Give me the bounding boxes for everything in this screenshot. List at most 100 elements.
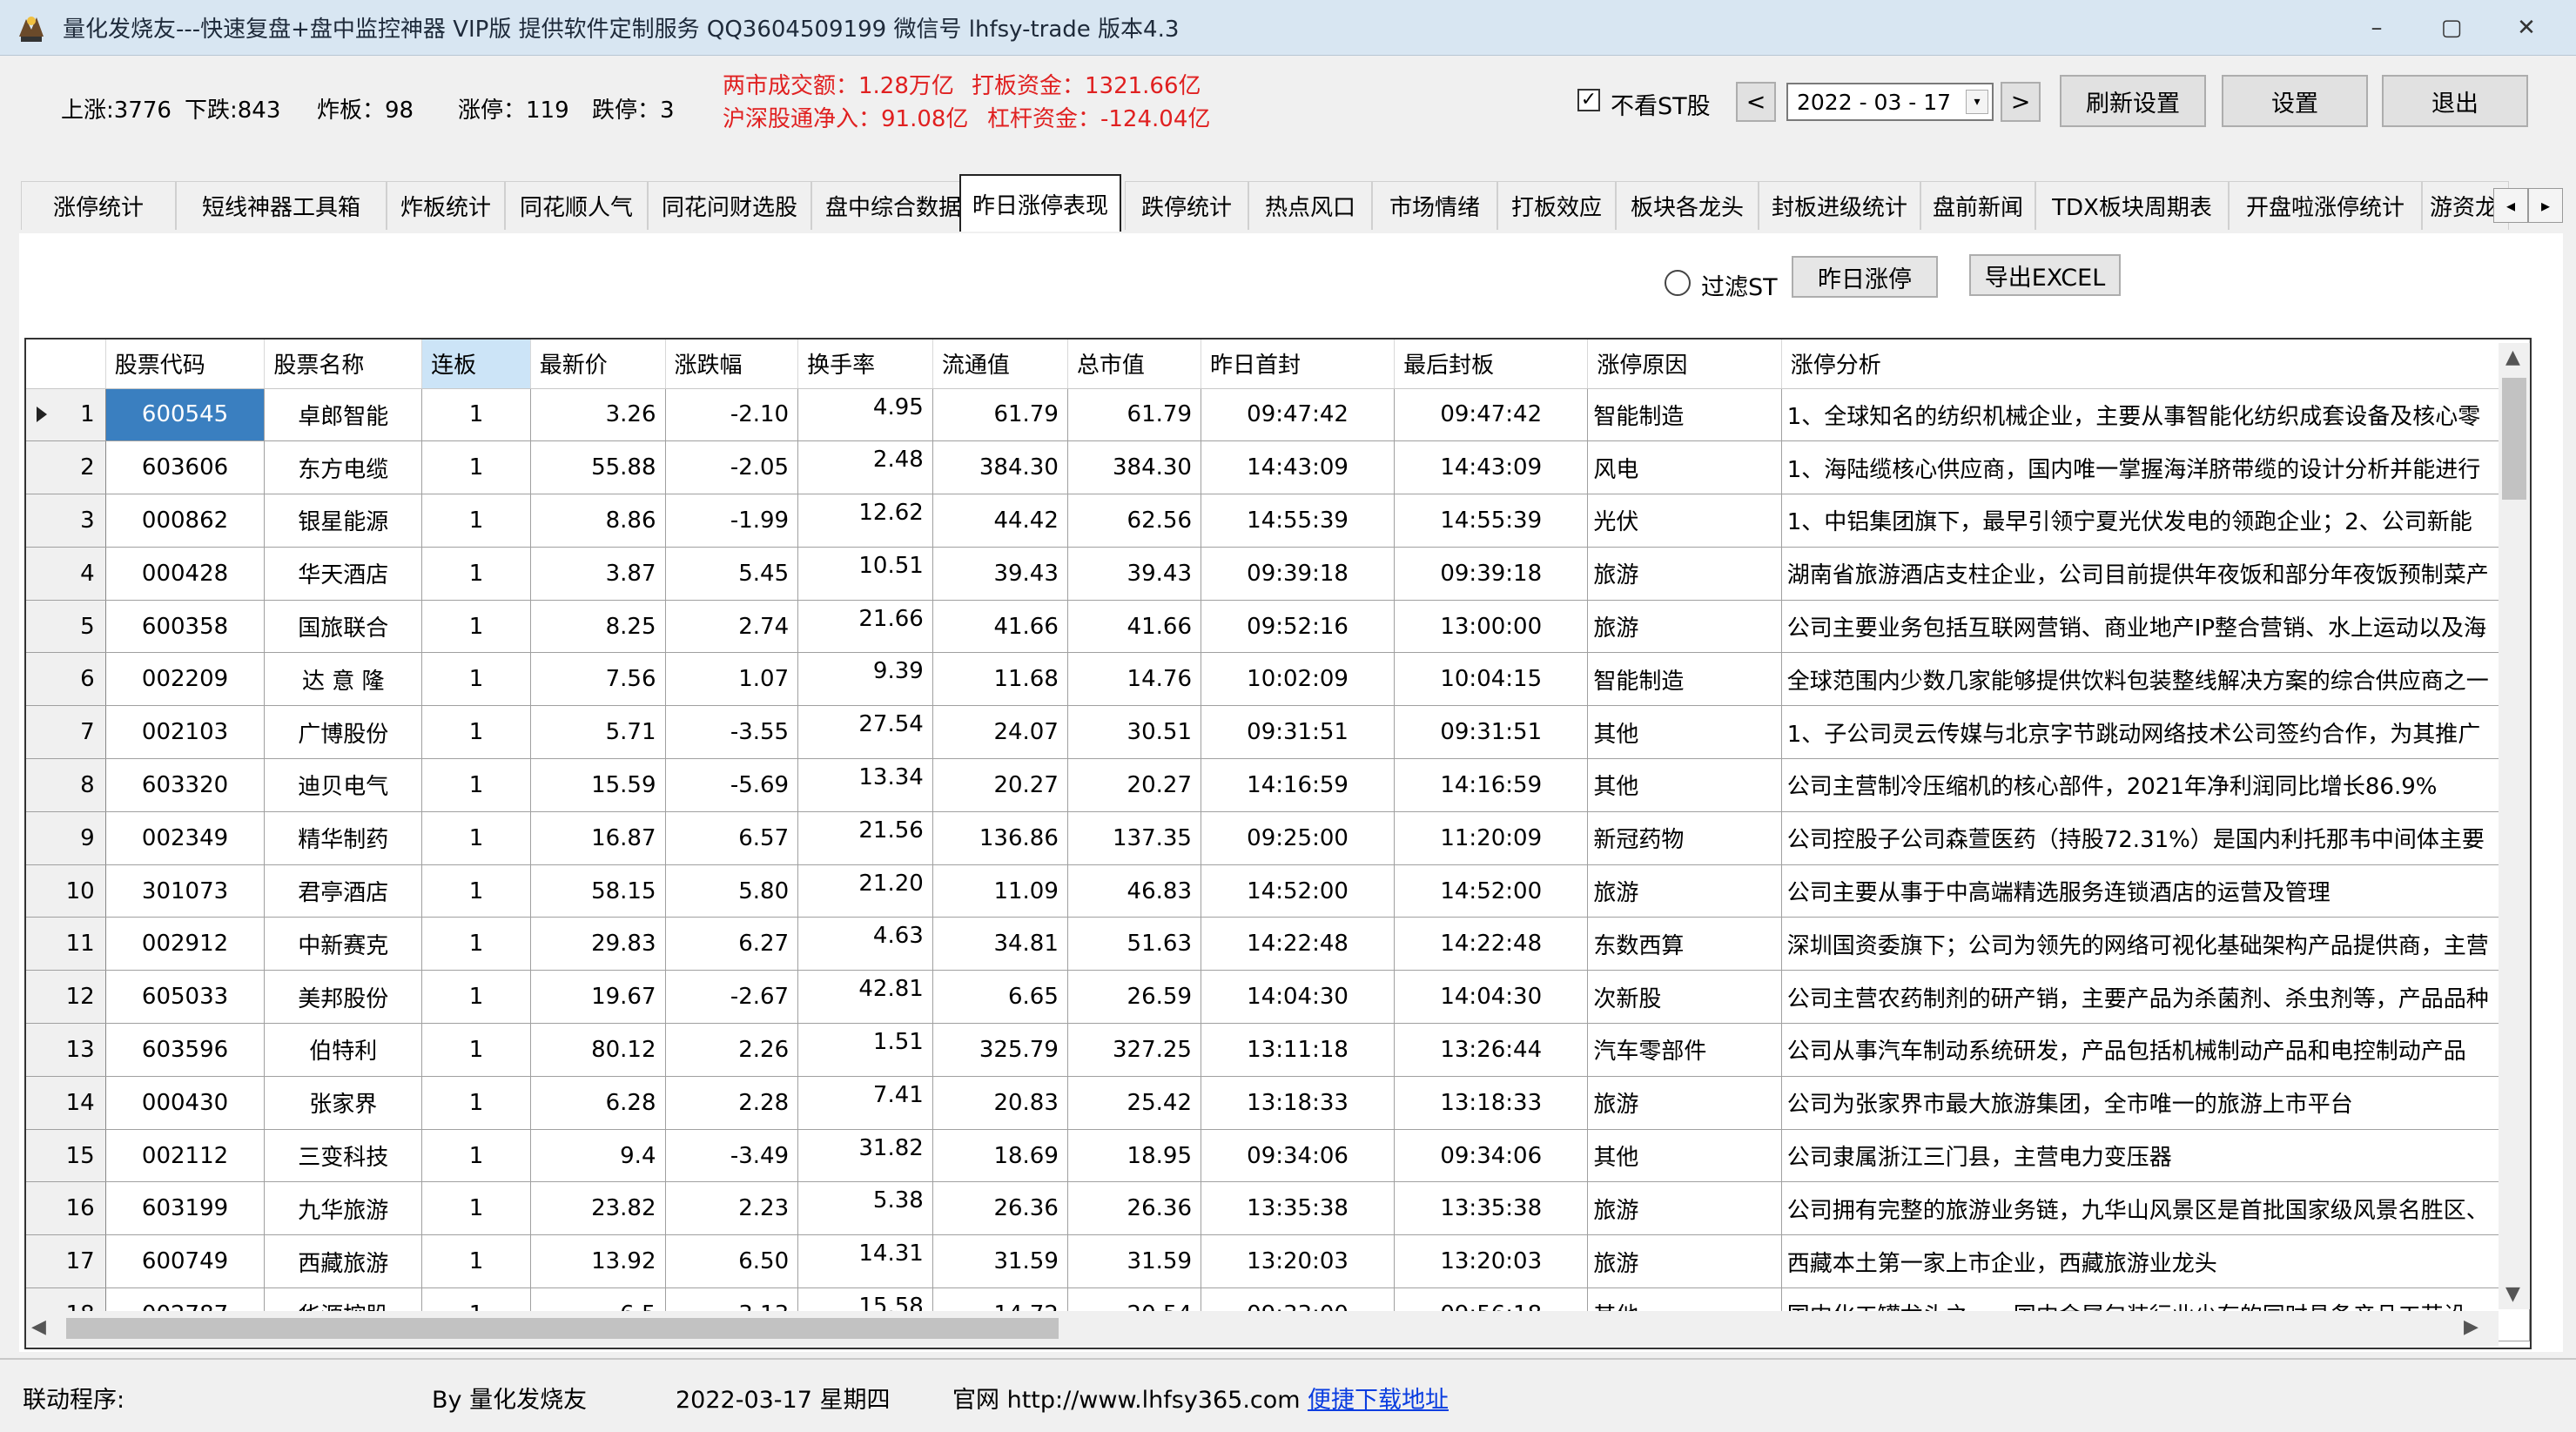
float-cap-cell[interactable]: 136.86 <box>932 811 1068 865</box>
first-seal-time-cell[interactable]: 09:39:18 <box>1201 547 1396 601</box>
last-seal-time-cell[interactable]: 13:26:44 <box>1394 1023 1589 1077</box>
float-cap-cell[interactable]: 325.79 <box>932 1023 1068 1077</box>
turnover-rate-cell[interactable]: 31.82 <box>797 1129 933 1183</box>
latest-price-cell[interactable]: 3.26 <box>530 388 666 442</box>
float-cap-cell[interactable]: 44.42 <box>932 494 1068 548</box>
stock-name-cell[interactable]: 三变科技 <box>264 1129 423 1183</box>
last-seal-time-cell[interactable]: 13:18:33 <box>1394 1076 1589 1130</box>
row-number-cell[interactable]: 15 <box>26 1129 106 1183</box>
turnover-rate-cell[interactable]: 9.39 <box>797 652 933 707</box>
row-number-cell[interactable]: 11 <box>26 917 106 971</box>
last-seal-time-cell[interactable]: 09:34:06 <box>1394 1129 1589 1183</box>
first-seal-time-cell[interactable]: 14:22:48 <box>1201 917 1396 971</box>
float-cap-cell[interactable]: 39.43 <box>932 547 1068 601</box>
table-row[interactable]: 15 002112 三变科技 1 9.4 -3.49 31.82 18.69 18.95 09:3… <box>26 1129 2530 1183</box>
consecutive-boards-cell[interactable]: 1 <box>421 758 531 812</box>
float-cap-cell[interactable]: 20.83 <box>932 1076 1068 1130</box>
latest-price-cell[interactable]: 8.86 <box>530 494 666 548</box>
total-cap-cell[interactable]: 46.83 <box>1067 864 1201 918</box>
float-cap-cell[interactable]: 6.65 <box>932 970 1068 1025</box>
total-cap-cell[interactable]: 25.42 <box>1067 1076 1201 1130</box>
last-seal-time-cell[interactable]: 09:39:18 <box>1394 547 1589 601</box>
tab-limit-down[interactable]: 跌停统计 <box>1125 181 1248 230</box>
limit-reason-cell[interactable]: 新冠药物 <box>1587 811 1782 865</box>
change-pct-cell[interactable]: 2.28 <box>665 1076 799 1130</box>
stock-name-cell[interactable]: 广博股份 <box>264 705 423 760</box>
stock-name-cell[interactable]: 东方电缆 <box>264 440 423 495</box>
limit-reason-cell[interactable]: 旅游 <box>1587 1234 1782 1289</box>
change-pct-cell[interactable]: 6.57 <box>665 811 799 865</box>
scroll-left-icon[interactable]: ◀ <box>31 1316 46 1338</box>
limit-analysis-cell[interactable]: 公司隶属浙江三门县，主营电力变压器 <box>1781 1129 2530 1183</box>
consecutive-boards-cell[interactable]: 1 <box>421 1076 531 1130</box>
consecutive-boards-cell[interactable]: 1 <box>421 1023 531 1077</box>
total-cap-cell[interactable]: 61.79 <box>1067 388 1201 442</box>
limit-reason-cell[interactable]: 智能制造 <box>1587 652 1782 707</box>
last-seal-time-cell[interactable]: 14:43:09 <box>1394 440 1589 495</box>
row-number-cell[interactable]: 13 <box>26 1023 106 1077</box>
turnover-rate-cell[interactable]: 10.51 <box>797 547 933 601</box>
column-header[interactable]: 总市值 <box>1067 340 1201 389</box>
row-number-cell[interactable]: 1 <box>26 388 106 442</box>
stock-name-cell[interactable]: 银星能源 <box>264 494 423 548</box>
change-pct-cell[interactable]: 6.50 <box>665 1234 799 1289</box>
total-cap-cell[interactable]: 26.36 <box>1067 1181 1201 1236</box>
chevron-down-icon[interactable]: ▾ <box>1966 90 1988 114</box>
change-pct-cell[interactable]: 5.80 <box>665 864 799 918</box>
stock-name-cell[interactable]: 卓郎智能 <box>264 388 423 442</box>
refresh-settings-button[interactable]: 刷新设置 <box>2060 75 2206 127</box>
first-seal-time-cell[interactable]: 13:20:03 <box>1201 1234 1396 1289</box>
total-cap-cell[interactable]: 327.25 <box>1067 1023 1201 1077</box>
limit-reason-cell[interactable]: 旅游 <box>1587 600 1782 654</box>
vertical-scrollbar[interactable]: ▲ ▼ <box>2499 343 2530 1309</box>
first-seal-time-cell[interactable]: 10:02:09 <box>1201 652 1396 707</box>
tab-sector-leaders[interactable]: 板块各龙头 <box>1616 181 1759 230</box>
column-header[interactable]: 昨日首封 <box>1201 340 1396 389</box>
change-pct-cell[interactable]: -2.05 <box>665 440 799 495</box>
table-row[interactable]: 10 301073 君亭酒店 1 58.15 5.80 21.20 11.09 46.83 14:… <box>26 864 2530 918</box>
stock-name-cell[interactable]: 达 意 隆 <box>264 652 423 707</box>
stock-code-cell[interactable]: 002912 <box>105 917 266 971</box>
limit-reason-cell[interactable]: 风电 <box>1587 440 1782 495</box>
table-row[interactable]: 17 600749 西藏旅游 1 13.92 6.50 14.31 31.59 31.59 13:… <box>26 1234 2530 1289</box>
total-cap-cell[interactable]: 26.59 <box>1067 970 1201 1025</box>
table-row[interactable]: 8 603320 迪贝电气 1 15.59 -5.69 13.34 20.27 20.27 14:… <box>26 758 2530 812</box>
table-row[interactable]: 5 600358 国旅联合 1 8.25 2.74 21.66 41.66 41.66 09:52… <box>26 600 2530 654</box>
limit-analysis-cell[interactable]: 1、海陆缆核心供应商，国内唯一掌握海洋脐带缆的设计分析并能进行 <box>1781 440 2530 495</box>
latest-price-cell[interactable]: 8.25 <box>530 600 666 654</box>
tab-sentiment[interactable]: 市场情绪 <box>1372 181 1497 230</box>
column-header[interactable]: 换手率 <box>797 340 933 389</box>
tab-iwencai[interactable]: 同花问财选股 <box>648 181 811 230</box>
stock-code-cell[interactable]: 600545 <box>105 388 266 442</box>
tab-premarket-news[interactable]: 盘前新闻 <box>1920 181 2035 230</box>
scroll-right-icon[interactable]: ▶ <box>2464 1316 2478 1338</box>
tab-yesterday-limit-up[interactable]: 昨日涨停表现 <box>959 174 1121 232</box>
consecutive-boards-cell[interactable]: 1 <box>421 440 531 495</box>
consecutive-boards-cell[interactable]: 1 <box>421 494 531 548</box>
prev-date-button[interactable]: < <box>1736 82 1776 122</box>
row-number-cell[interactable]: 6 <box>26 652 106 707</box>
change-pct-cell[interactable]: -3.55 <box>665 705 799 760</box>
stock-name-cell[interactable]: 华天酒店 <box>264 547 423 601</box>
limit-analysis-cell[interactable]: 公司主要从事于中高端精选服务连锁酒店的运营及管理 <box>1781 864 2530 918</box>
first-seal-time-cell[interactable]: 09:47:42 <box>1201 388 1396 442</box>
first-seal-time-cell[interactable]: 09:25:00 <box>1201 811 1396 865</box>
table-row[interactable]: 7 002103 广博股份 1 5.71 -3.55 27.54 24.07 30.51 09:3… <box>26 705 2530 760</box>
change-pct-cell[interactable]: 2.26 <box>665 1023 799 1077</box>
limit-reason-cell[interactable]: 其他 <box>1587 1129 1782 1183</box>
consecutive-boards-cell[interactable]: 1 <box>421 1129 531 1183</box>
limit-analysis-cell[interactable]: 公司从事汽车制动系统研发，产品包括机械制动产品和电控制动产品 <box>1781 1023 2530 1077</box>
limit-reason-cell[interactable]: 旅游 <box>1587 547 1782 601</box>
tab-board-effect[interactable]: 打板效应 <box>1497 181 1616 230</box>
row-number-cell[interactable]: 9 <box>26 811 106 865</box>
limit-reason-cell[interactable]: 次新股 <box>1587 970 1782 1025</box>
download-link[interactable]: 便捷下载地址 <box>1308 1381 1449 1415</box>
first-seal-time-cell[interactable]: 13:11:18 <box>1201 1023 1396 1077</box>
row-number-cell[interactable]: 2 <box>26 440 106 495</box>
row-number-cell[interactable]: 4 <box>26 547 106 601</box>
tab-ths-popularity[interactable]: 同花顺人气 <box>505 181 648 230</box>
limit-reason-cell[interactable]: 旅游 <box>1587 864 1782 918</box>
table-row[interactable]: 11 002912 中新赛克 1 29.83 6.27 4.63 34.81 51.63 14:2… <box>26 917 2530 971</box>
change-pct-cell[interactable]: 2.74 <box>665 600 799 654</box>
tab-kpl-limit-up[interactable]: 开盘啦涨停统计 <box>2229 181 2422 230</box>
